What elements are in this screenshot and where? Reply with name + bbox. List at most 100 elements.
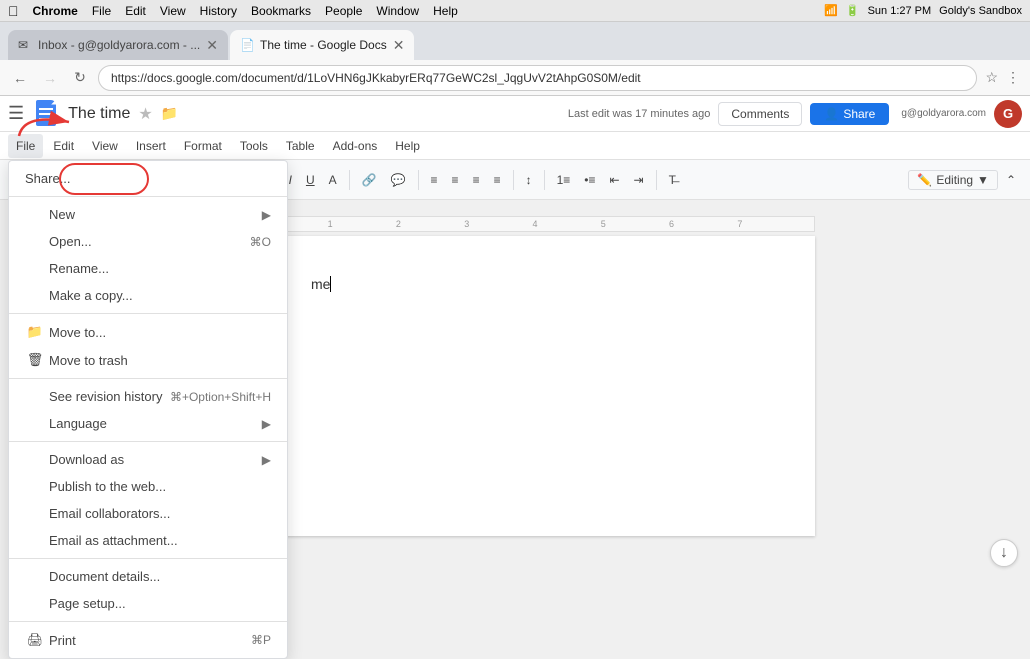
os-menu-history[interactable]: History [200, 4, 237, 18]
menu-item-moveto[interactable]: 📁 Move to... [9, 318, 287, 346]
menu-item-revision[interactable]: See revision history ⌘+Option+Shift+H [9, 383, 287, 410]
menu-item-language[interactable]: Language ▶ [9, 410, 287, 437]
menu-view[interactable]: View [84, 134, 126, 158]
reload-button[interactable]: ↻ [68, 66, 92, 90]
bookmark-icon[interactable]: ☆ [983, 67, 1000, 88]
menu-item-print[interactable]: 🖨 Print ⌘P [9, 626, 287, 654]
menu-item-download[interactable]: Download as ▶ [9, 446, 287, 473]
user-email: g@goldyarora.com [901, 108, 986, 119]
os-menu-file[interactable]: File [92, 4, 111, 18]
menu-item-publish[interactable]: Publish to the web... [9, 473, 287, 500]
menu-addons[interactable]: Add-ons [325, 134, 386, 158]
pencil-icon: ✏️ [917, 173, 932, 187]
os-menubar:  Chrome File Edit View History Bookmark… [0, 0, 1030, 22]
line-spacing-button[interactable]: ↕ [520, 170, 538, 190]
ruler-mark: 7 [706, 219, 774, 229]
increase-indent-button[interactable]: ⇥ [628, 170, 650, 190]
menu-item-open[interactable]: Open... ⌘O [9, 228, 287, 255]
sidebar-right [1010, 200, 1030, 579]
menu-format[interactable]: Format [176, 134, 230, 158]
ruler-mark: 4 [501, 219, 569, 229]
more-options-icon[interactable]: ⋮ [1004, 67, 1022, 88]
clear-format-button[interactable]: T̶ [663, 170, 682, 190]
menu-item-email-collab[interactable]: Email collaborators... [9, 500, 287, 527]
align-left-button[interactable]: ≡ [425, 170, 444, 190]
menu-item-rename[interactable]: Rename... [9, 255, 287, 282]
menu-help[interactable]: Help [387, 134, 428, 158]
docs-favicon-icon: 📄 [240, 38, 254, 52]
ruler-mark: 2 [364, 219, 432, 229]
hamburger-icon[interactable]: ☰ [8, 103, 24, 124]
menu-tools[interactable]: Tools [232, 134, 276, 158]
os-battery-icon[interactable]: 🔋 [846, 4, 860, 17]
forward-button[interactable]: → [38, 66, 62, 90]
separator [9, 313, 287, 314]
link-button[interactable]: 🔗 [356, 170, 383, 190]
editing-badge[interactable]: ✏️ Editing ▼ [908, 170, 998, 190]
menu-item-email-attach[interactable]: Email as attachment... [9, 527, 287, 554]
toolbar-divider [544, 170, 545, 190]
apple-menu[interactable]:  [8, 3, 19, 19]
align-right-button[interactable]: ≡ [467, 170, 486, 190]
docs-header-right: Last edit was 17 minutes ago Comments 👤 … [568, 100, 1022, 128]
os-menu-help[interactable]: Help [433, 4, 458, 18]
ruler-mark: 3 [433, 219, 501, 229]
os-menu-people[interactable]: People [325, 4, 362, 18]
justify-button[interactable]: ≡ [488, 170, 507, 190]
os-time: Sun 1:27 PM [868, 5, 932, 17]
doc-content: me [311, 276, 759, 292]
tab-docs[interactable]: 📄 The time - Google Docs ✕ [230, 30, 414, 60]
text-color-button[interactable]: A [323, 170, 343, 190]
folder-icon[interactable]: 📁 [161, 105, 178, 122]
back-button[interactable]: ← [8, 66, 32, 90]
share-button[interactable]: 👤 Share [810, 103, 889, 125]
ruler-mark: 5 [569, 219, 637, 229]
align-center-button[interactable]: ≡ [446, 170, 465, 190]
os-menu-bookmarks[interactable]: Bookmarks [251, 4, 311, 18]
editing-dropdown-icon: ▼ [977, 173, 989, 187]
os-menu-chrome[interactable]: Chrome [33, 4, 78, 18]
docs-menu-bar: File Edit View Insert Format Tools Table… [0, 132, 1030, 160]
os-menu-view[interactable]: View [160, 4, 186, 18]
file-dropdown-menu: Share... New ▶ Open... ⌘O Rename... Make… [8, 160, 288, 659]
comment-inline-button[interactable]: 💬 [385, 170, 412, 190]
tab-gmail-close-icon[interactable]: ✕ [206, 37, 218, 54]
menu-table[interactable]: Table [278, 134, 323, 158]
docs-app: ☰ The time ★ 📁 Last edit was 17 minutes … [0, 96, 1030, 579]
menu-file[interactable]: File [8, 134, 43, 158]
os-menu-window[interactable]: Window [376, 4, 419, 18]
browser-chrome: ✉ Inbox - g@goldyarora.com - ... ✕ 📄 The… [0, 22, 1030, 96]
address-input[interactable] [98, 65, 977, 91]
menu-item-details[interactable]: Document details... [9, 563, 287, 590]
comments-button[interactable]: Comments [718, 102, 802, 126]
menu-item-new[interactable]: New ▶ [9, 201, 287, 228]
bullets-button[interactable]: •≡ [578, 170, 601, 190]
menu-item-copy[interactable]: Make a copy... [9, 282, 287, 309]
star-icon[interactable]: ★ [138, 104, 152, 124]
toolbar-divider [513, 170, 514, 190]
separator [9, 196, 287, 197]
toolbar-divider [418, 170, 419, 190]
scroll-to-bottom-button[interactable]: ↓ [990, 539, 1018, 567]
menu-item-pagesetup[interactable]: Page setup... [9, 590, 287, 617]
numbering-button[interactable]: 1≡ [551, 170, 577, 190]
separator [9, 621, 287, 622]
share-menu-label: Share... [25, 171, 271, 186]
tab-gmail[interactable]: ✉ Inbox - g@goldyarora.com - ... ✕ [8, 30, 228, 60]
toolbar-divider [349, 170, 350, 190]
menu-edit[interactable]: Edit [45, 134, 82, 158]
decrease-indent-button[interactable]: ⇤ [603, 170, 625, 190]
os-wifi-icon[interactable]: 📶 [824, 4, 838, 17]
menu-insert[interactable]: Insert [128, 134, 174, 158]
doc-title: The time [68, 105, 130, 123]
share-menu-item[interactable]: Share... [9, 165, 287, 192]
text-cursor [330, 276, 331, 292]
doc-page[interactable]: me [255, 236, 815, 536]
tab-docs-close-icon[interactable]: ✕ [393, 37, 405, 54]
expand-toolbar-button[interactable]: ⌃ [1000, 170, 1022, 190]
os-menu-edit[interactable]: Edit [125, 4, 146, 18]
underline-button[interactable]: U [300, 170, 321, 190]
user-avatar[interactable]: G [994, 100, 1022, 128]
separator [9, 378, 287, 379]
menu-item-trash[interactable]: 🗑 Move to trash [9, 346, 287, 374]
